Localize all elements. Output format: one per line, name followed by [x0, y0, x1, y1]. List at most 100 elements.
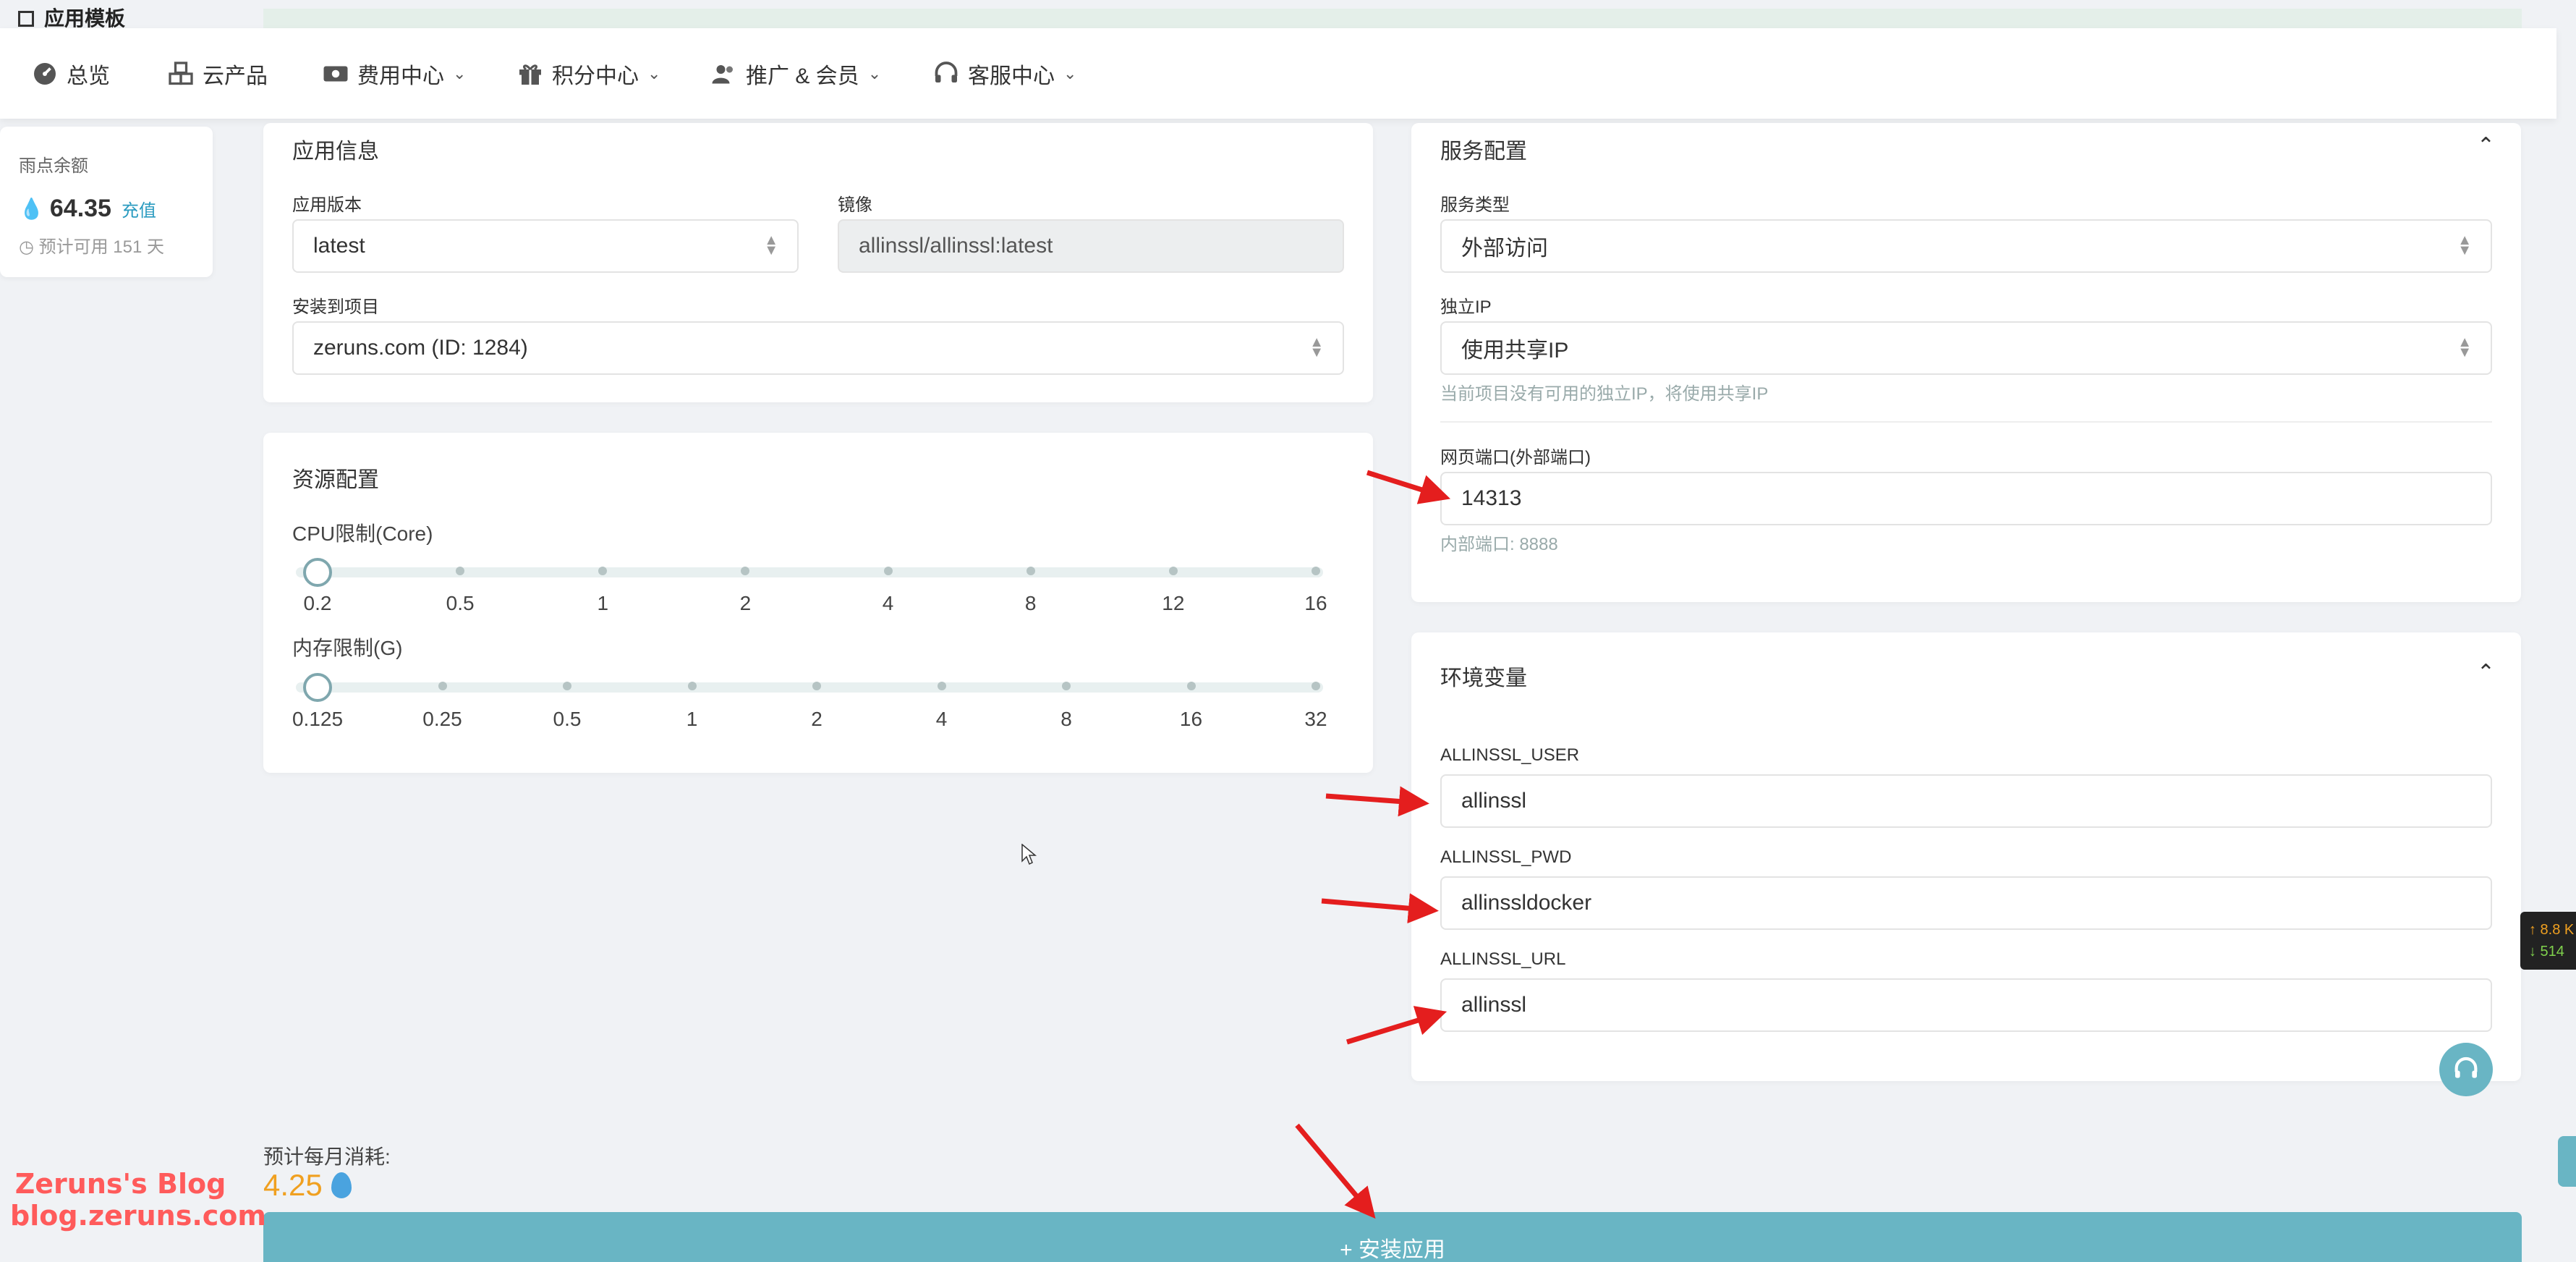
nav-cloud-products[interactable]: 云产品	[168, 28, 268, 119]
slider-tick-label: 1	[686, 708, 698, 730]
slider-step-dot[interactable]	[741, 567, 750, 575]
slider-step-dot[interactable]	[438, 682, 447, 690]
slider-tick-label: 0.125	[292, 708, 344, 730]
arrow-to-user	[1325, 786, 1429, 817]
service-title: 服务配置	[1440, 140, 1527, 164]
slider-step-dot[interactable]	[1312, 567, 1320, 575]
chevron-up-icon[interactable]: ⌃	[2477, 660, 2495, 685]
support-float-button[interactable]	[2439, 1043, 2493, 1096]
slider-tick-label: 8	[1024, 592, 1037, 614]
port-input[interactable]: 14313	[1440, 472, 2492, 525]
slider-handle[interactable]	[303, 558, 332, 587]
slider-tick-label: 0.2	[303, 592, 332, 614]
slider-tick-label: 2	[739, 592, 752, 614]
chevron-down-icon: ⌄	[1063, 64, 1077, 82]
slider-step-dot[interactable]	[1312, 682, 1320, 690]
memory-slider[interactable]	[296, 673, 1323, 702]
recharge-link[interactable]: 充值	[122, 196, 156, 221]
top-navigation: 总览 云产品 费用中心 ⌄ 积分中心 ⌄ 推广 & 会员 ⌄ 客服中心 ⌄	[0, 28, 2556, 119]
sort-icon: ▲ ▼	[764, 232, 778, 258]
cpu-label: CPU限制(Core)	[292, 522, 433, 545]
slider-step-dot[interactable]	[812, 682, 821, 690]
users-icon	[712, 64, 733, 83]
slider-tick-label: 4	[882, 592, 894, 614]
version-select[interactable]: latest ▲ ▼	[292, 219, 799, 273]
slider-step-dot[interactable]	[687, 682, 697, 690]
slider-step-dot[interactable]	[1026, 567, 1035, 575]
slider-step-dot[interactable]	[937, 682, 946, 690]
nav-support[interactable]: 客服中心 ⌄	[933, 28, 1076, 119]
mouse-cursor-icon	[1021, 844, 1037, 865]
project-label: 安装到项目	[292, 297, 379, 317]
monthly-cost-label: 预计每月消耗:	[263, 1145, 391, 1168]
monthly-cost-row: 4.25	[263, 1168, 352, 1203]
memory-label: 内存限制(G)	[292, 637, 403, 659]
arrow-to-pwd	[1321, 893, 1439, 924]
slider-tick-label: 8	[1060, 708, 1072, 730]
internal-port-hint: 内部端口: 8888	[1440, 535, 1558, 554]
env-var-value-input[interactable]: allinssl	[1440, 978, 2492, 1032]
side-tab[interactable]	[2558, 1136, 2576, 1187]
app-info-card: 应用信息 应用版本 latest ▲ ▼ 镜像 allinssl/allinssl…	[263, 123, 1373, 402]
slider-tick-label: 0.25	[422, 708, 462, 730]
slider-tick-label: 16	[1179, 708, 1203, 730]
template-icon	[18, 11, 34, 27]
env-var-value-input[interactable]: allinssldocker	[1440, 876, 2492, 930]
env-var-value-input[interactable]: allinssl	[1440, 774, 2492, 828]
balance-row: 💧 64.35 充值	[19, 195, 156, 223]
install-app-button[interactable]: + 安装应用	[263, 1212, 2522, 1262]
balance-card: 雨点余额 💧 64.35 充值 ◷ 预计可用 151 天	[0, 127, 213, 277]
project-select[interactable]: zeruns.com (ID: 1284) ▲ ▼	[292, 321, 1344, 375]
blog-watermark: Zeruns's Blog blog.zeruns.com	[10, 1168, 266, 1232]
nav-billing[interactable]: 费用中心 ⌄	[323, 28, 466, 119]
slider-tick-label: 12	[1162, 592, 1185, 614]
slider-tick-label: 4	[935, 708, 948, 730]
version-label: 应用版本	[292, 195, 362, 215]
nav-overview[interactable]: 总览	[32, 28, 110, 119]
ip-label: 独立IP	[1440, 297, 1492, 317]
env-title: 环境变量	[1440, 666, 1527, 690]
balance-title: 雨点余额	[19, 156, 88, 176]
gift-icon	[519, 64, 541, 85]
service-type-label: 服务类型	[1440, 195, 1510, 215]
slider-step-dot[interactable]	[1168, 567, 1178, 575]
sort-icon: ▲ ▼	[2457, 232, 2472, 258]
slider-step-dot[interactable]	[1062, 682, 1071, 690]
image-field: allinssl/allinssl:latest	[838, 219, 1344, 273]
chevron-up-icon[interactable]: ⌃	[2477, 133, 2495, 158]
slider-step-dot[interactable]	[1186, 682, 1196, 690]
chevron-down-icon: ⌄	[867, 64, 882, 82]
arrow-to-install	[1295, 1123, 1376, 1219]
slider-step-dot[interactable]	[598, 567, 608, 575]
memory-tick-labels: 0.125 0.25 0.5 1 2 4 8 16 32	[263, 708, 1373, 737]
env-var-name: ALLINSSL_USER	[1440, 745, 1580, 765]
headset-icon	[2454, 1056, 2478, 1078]
slider-step-dot[interactable]	[563, 682, 571, 690]
slider-tick-label: 2	[811, 708, 822, 730]
chevron-down-icon: ⌄	[453, 64, 467, 82]
balance-estimate: ◷ 预计可用 151 天	[19, 237, 165, 257]
slider-step-dot[interactable]	[883, 567, 893, 575]
cpu-tick-labels: 0.2 0.5 1 2 4 8 12 16	[263, 592, 1373, 621]
headset-icon	[935, 61, 958, 82]
ip-hint: 当前项目没有可用的独立IP，将使用共享IP	[1440, 384, 1769, 404]
cpu-slider[interactable]	[296, 558, 1323, 587]
slider-handle[interactable]	[303, 673, 332, 702]
money-icon	[323, 66, 348, 81]
chevron-down-icon: ⌄	[647, 64, 661, 82]
sort-icon: ▲ ▼	[1309, 334, 1324, 360]
slider-tick-label: 0.5	[446, 592, 475, 614]
resource-card: 资源配置 CPU限制(Core) 0.2 0.5 1 2 4 8 12 16 内存限制(G) …	[263, 433, 1373, 773]
sidebar-app-template[interactable]: 应用模板	[18, 3, 125, 32]
nav-promotion-membership[interactable]: 推广 & 会员 ⌄	[711, 28, 881, 119]
slider-step-dot[interactable]	[456, 567, 465, 575]
raindrop-icon: 💧	[19, 198, 44, 220]
service-type-select[interactable]: 外部访问 ▲ ▼	[1440, 219, 2492, 273]
balance-value: 64.35	[49, 195, 111, 222]
port-label: 网页端口(外部端口)	[1440, 448, 1591, 467]
env-var-name: ALLINSSL_PWD	[1440, 847, 1572, 867]
ip-select[interactable]: 使用共享IP ▲ ▼	[1440, 321, 2492, 375]
nav-points[interactable]: 积分中心 ⌄	[517, 28, 660, 119]
env-card: 环境变量 ⌃ ALLINSSL_USER allinssl ALLINSSL_P…	[1411, 632, 2521, 1081]
image-label: 镜像	[838, 195, 872, 215]
